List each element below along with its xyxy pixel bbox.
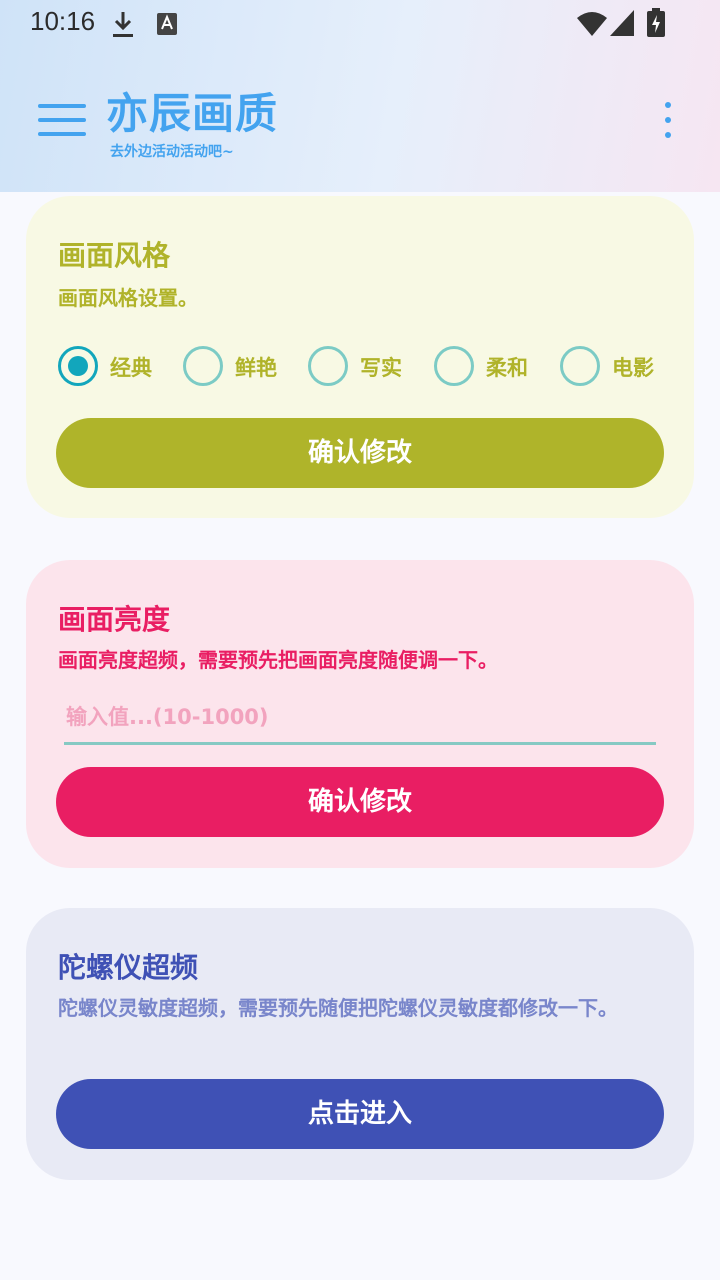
style-option-label: 写实 xyxy=(360,356,402,380)
radio-unchecked-icon xyxy=(183,346,223,386)
style-card-title: 画面风格 xyxy=(58,239,171,272)
more-options-icon[interactable] xyxy=(658,100,678,140)
brightness-card-title: 画面亮度 xyxy=(58,603,171,636)
gyro-card: 陀螺仪超频 陀螺仪灵敏度超频，需要预先随便把陀螺仪灵敏度都修改一下。 点击进入 xyxy=(26,908,694,1180)
style-option-label: 鲜艳 xyxy=(235,356,277,380)
status-time: 10:16 xyxy=(30,6,96,36)
style-option-label: 电影 xyxy=(612,356,654,380)
keyboard-a-icon xyxy=(157,13,177,35)
radio-unchecked-icon xyxy=(434,346,474,386)
style-card-description: 画面风格设置。 xyxy=(58,286,198,310)
style-option-label: 柔和 xyxy=(486,356,528,380)
download-icon xyxy=(113,12,133,37)
app-title: 亦辰画质 xyxy=(106,89,279,138)
gyro-card-description: 陀螺仪灵敏度超频，需要预先随便把陀螺仪灵敏度都修改一下。 xyxy=(58,996,618,1020)
menu-icon[interactable] xyxy=(38,102,86,138)
brightness-input[interactable] xyxy=(64,696,660,738)
brightness-card: 画面亮度 画面亮度超频，需要预先把画面亮度随便调一下。 确认修改 xyxy=(26,560,694,868)
signal-icon xyxy=(610,10,634,36)
style-card: 画面风格 画面风格设置。 经典 鲜艳 写实 柔和 电影 确认修改 xyxy=(26,196,694,518)
gyro-enter-button[interactable]: 点击进入 xyxy=(56,1079,664,1149)
style-confirm-button[interactable]: 确认修改 xyxy=(56,418,664,488)
status-bar: 10:16 xyxy=(0,0,720,48)
wifi-icon xyxy=(577,12,607,36)
brightness-card-description: 画面亮度超频，需要预先把画面亮度随便调一下。 xyxy=(58,648,498,672)
brightness-input-wrapper xyxy=(64,696,660,745)
style-option-label: 经典 xyxy=(110,356,152,380)
radio-unchecked-icon xyxy=(308,346,348,386)
style-radio-group: 经典 鲜艳 写实 柔和 电影 xyxy=(58,346,678,386)
battery-charging-icon xyxy=(647,8,665,37)
brightness-confirm-button[interactable]: 确认修改 xyxy=(56,767,664,837)
radio-checked-icon xyxy=(58,346,98,386)
app-subtitle: 去外边活动活动吧~ xyxy=(110,144,234,160)
gyro-card-title: 陀螺仪超频 xyxy=(58,951,199,984)
radio-unchecked-icon xyxy=(560,346,600,386)
